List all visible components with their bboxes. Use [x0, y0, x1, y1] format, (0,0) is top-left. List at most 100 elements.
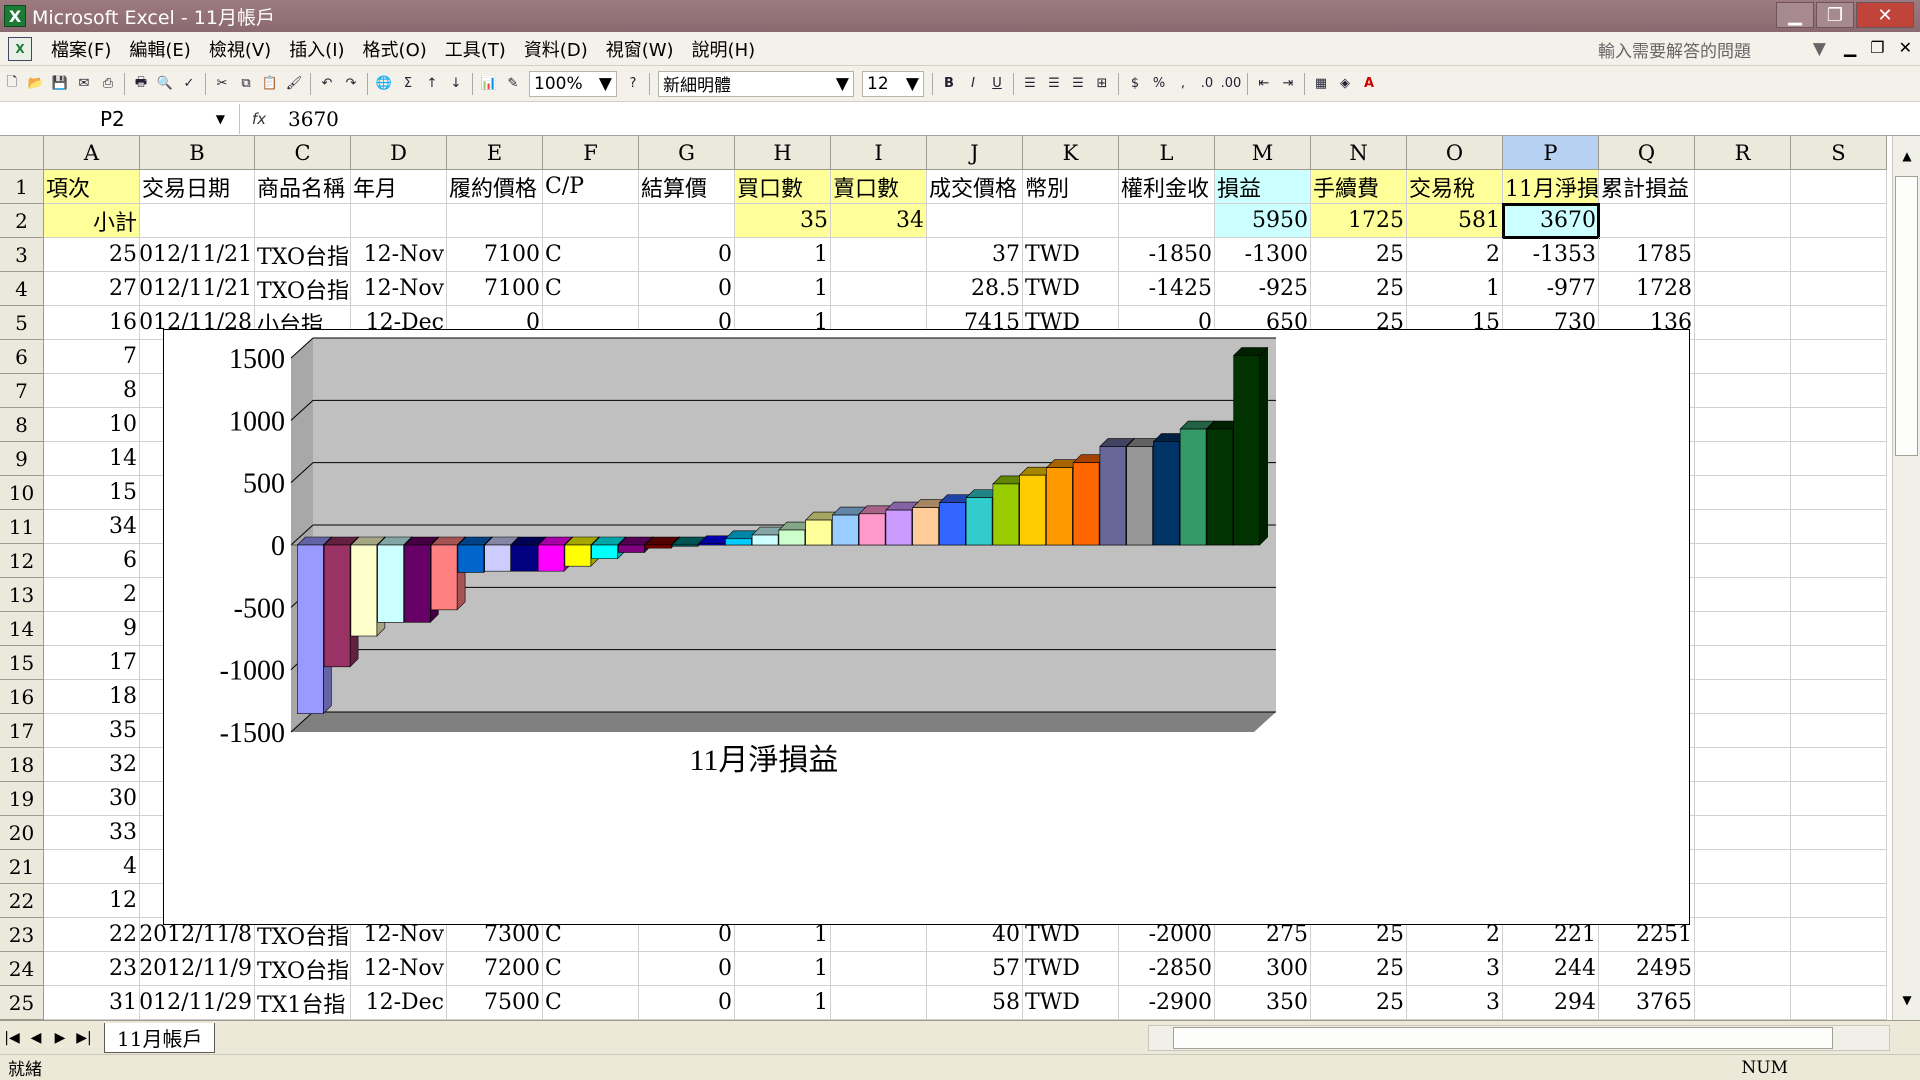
- menu-tools[interactable]: 工具(T): [436, 36, 515, 62]
- cell-n24[interactable]: 25: [1311, 952, 1407, 986]
- cell-s12[interactable]: [1791, 544, 1887, 578]
- cell-j1[interactable]: 成交價格: [927, 170, 1023, 204]
- row-header-1[interactable]: 1: [0, 170, 44, 204]
- row-header-11[interactable]: 11: [0, 510, 44, 544]
- cell-s3[interactable]: [1791, 238, 1887, 272]
- cell-f1[interactable]: C/P: [543, 170, 639, 204]
- cell-j24[interactable]: 57: [927, 952, 1023, 986]
- cell-m24[interactable]: 300: [1215, 952, 1311, 986]
- undo-icon[interactable]: ↶: [316, 73, 338, 95]
- underline-icon[interactable]: U: [986, 73, 1008, 95]
- cell-h2[interactable]: 35: [735, 204, 831, 238]
- cell-l2[interactable]: [1119, 204, 1215, 238]
- cell-i1[interactable]: 賣口數: [831, 170, 927, 204]
- cell-q4[interactable]: 1728: [1599, 272, 1695, 306]
- row-header-13[interactable]: 13: [0, 578, 44, 612]
- cell-a8[interactable]: 10: [44, 408, 140, 442]
- cell-s14[interactable]: [1791, 612, 1887, 646]
- doc-restore-button[interactable]: ❐: [1870, 38, 1884, 57]
- cell-o2[interactable]: 581: [1407, 204, 1503, 238]
- cell-o4[interactable]: 1: [1407, 272, 1503, 306]
- cell-j25[interactable]: 58: [927, 986, 1023, 1020]
- cell-g24[interactable]: 0: [639, 952, 735, 986]
- spelling-icon[interactable]: ✓: [178, 73, 200, 95]
- select-all-button[interactable]: [0, 136, 44, 170]
- cell-i24[interactable]: [831, 952, 927, 986]
- permission-icon[interactable]: ✉: [73, 73, 95, 95]
- row-header-9[interactable]: 9: [0, 442, 44, 476]
- cell-f24[interactable]: C: [543, 952, 639, 986]
- cell-i4[interactable]: [831, 272, 927, 306]
- horizontal-scrollbar[interactable]: [1148, 1025, 1890, 1051]
- cell-r16[interactable]: [1695, 680, 1791, 714]
- cell-a13[interactable]: 2: [44, 578, 140, 612]
- cell-r14[interactable]: [1695, 612, 1791, 646]
- cell-a2[interactable]: 小計: [44, 204, 140, 238]
- cell-r9[interactable]: [1695, 442, 1791, 476]
- cell-r20[interactable]: [1695, 816, 1791, 850]
- column-header-p[interactable]: P: [1503, 136, 1599, 170]
- column-header-e[interactable]: E: [447, 136, 543, 170]
- insert-function-icon[interactable]: fx: [240, 110, 278, 128]
- cell-h24[interactable]: 1: [735, 952, 831, 986]
- cell-r3[interactable]: [1695, 238, 1791, 272]
- cell-s21[interactable]: [1791, 850, 1887, 884]
- cut-icon[interactable]: ✂: [211, 73, 233, 95]
- next-sheet-icon[interactable]: ▶: [48, 1030, 72, 1046]
- increase-indent-icon[interactable]: ⇥: [1277, 73, 1299, 95]
- cell-s8[interactable]: [1791, 408, 1887, 442]
- cell-o24[interactable]: 3: [1407, 952, 1503, 986]
- row-header-15[interactable]: 15: [0, 646, 44, 680]
- menu-data[interactable]: 資料(D): [515, 36, 597, 62]
- cell-h25[interactable]: 1: [735, 986, 831, 1020]
- cell-l25[interactable]: -2900: [1119, 986, 1215, 1020]
- cell-j4[interactable]: 28.5: [927, 272, 1023, 306]
- cell-p24[interactable]: 244: [1503, 952, 1599, 986]
- cell-b2[interactable]: [140, 204, 255, 238]
- doc-minimize-button[interactable]: ▁: [1844, 38, 1856, 57]
- column-header-b[interactable]: B: [140, 136, 255, 170]
- redo-icon[interactable]: ↷: [340, 73, 362, 95]
- align-right-icon[interactable]: ☰: [1067, 73, 1089, 95]
- menu-window[interactable]: 視窗(W): [597, 36, 683, 62]
- cell-i25[interactable]: [831, 986, 927, 1020]
- cell-a24[interactable]: 23: [44, 952, 140, 986]
- row-header-17[interactable]: 17: [0, 714, 44, 748]
- net-pnl-chart[interactable]: 1500 1000 500 0 -500 -1000 -1500 11月淨損益: [163, 329, 1690, 925]
- cell-i3[interactable]: [831, 238, 927, 272]
- row-header-8[interactable]: 8: [0, 408, 44, 442]
- cell-q24[interactable]: 2495: [1599, 952, 1695, 986]
- formula-input[interactable]: 3670: [278, 107, 339, 131]
- cell-a6[interactable]: 7: [44, 340, 140, 374]
- column-header-a[interactable]: A: [44, 136, 140, 170]
- cell-c24[interactable]: TXO台指: [255, 952, 351, 986]
- cell-n1[interactable]: 手續費: [1311, 170, 1407, 204]
- row-header-23[interactable]: 23: [0, 918, 44, 952]
- column-header-m[interactable]: M: [1215, 136, 1311, 170]
- cell-r11[interactable]: [1695, 510, 1791, 544]
- cell-r17[interactable]: [1695, 714, 1791, 748]
- cell-o25[interactable]: 3: [1407, 986, 1503, 1020]
- cell-s4[interactable]: [1791, 272, 1887, 306]
- cell-s13[interactable]: [1791, 578, 1887, 612]
- cell-e25[interactable]: 7500: [447, 986, 543, 1020]
- cell-r18[interactable]: [1695, 748, 1791, 782]
- chevron-down-icon[interactable]: ▼: [1813, 39, 1826, 59]
- cell-r22[interactable]: [1695, 884, 1791, 918]
- cell-m25[interactable]: 350: [1215, 986, 1311, 1020]
- cell-d4[interactable]: 12-Nov: [351, 272, 447, 306]
- cell-a22[interactable]: 12: [44, 884, 140, 918]
- cell-p1[interactable]: 11月淨損: [1503, 170, 1599, 204]
- vertical-scroll-thumb[interactable]: [1895, 176, 1918, 456]
- cell-r12[interactable]: [1695, 544, 1791, 578]
- increase-decimal-icon[interactable]: .0: [1196, 73, 1218, 95]
- worksheet-grid[interactable]: A B C D E F G H I J K L M N O P Q R S 1 項次 交易日期 商品名稱 年月 履約價格 C/P 結…: [0, 136, 1920, 1020]
- cell-q1[interactable]: 累計損益: [1599, 170, 1695, 204]
- cell-h3[interactable]: 1: [735, 238, 831, 272]
- column-header-f[interactable]: F: [543, 136, 639, 170]
- print-preview-icon[interactable]: ⎙: [97, 73, 119, 95]
- cell-s2[interactable]: [1791, 204, 1887, 238]
- fill-color-icon[interactable]: ◈: [1334, 73, 1356, 95]
- cell-r7[interactable]: [1695, 374, 1791, 408]
- cell-k3[interactable]: TWD: [1023, 238, 1119, 272]
